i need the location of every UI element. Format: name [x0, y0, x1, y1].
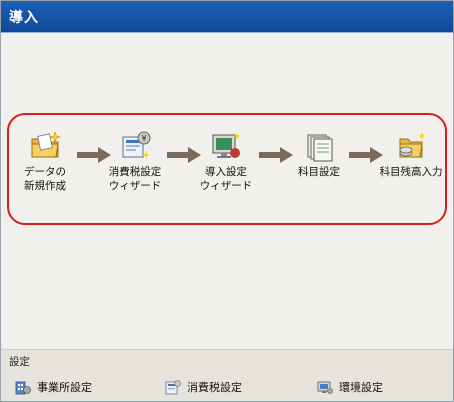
balance-input-icon	[399, 132, 426, 158]
environment-settings-link[interactable]: 環境設定	[317, 378, 383, 396]
step-setup-wizard[interactable]: 導入設定 ウィザード	[184, 129, 268, 193]
window: 導入 データの 新規作成 ¥ 消費税設定 ウィザード 導入設定 ウィザード 科目…	[0, 0, 454, 402]
office-settings-link[interactable]: 事業所設定	[15, 378, 92, 396]
main-panel: データの 新規作成 ¥ 消費税設定 ウィザード 導入設定 ウィザード 科目設定 …	[1, 33, 453, 349]
office-settings-label: 事業所設定	[37, 381, 92, 394]
svg-text:¥: ¥	[141, 134, 146, 143]
step-tax-wizard[interactable]: ¥ 消費税設定 ウィザード	[93, 129, 177, 193]
step-new-data[interactable]: データの 新規作成	[3, 129, 87, 193]
step-label: 科目残高入力	[379, 166, 443, 178]
window-title: 導入	[9, 10, 39, 26]
tax-settings-icon	[165, 380, 181, 395]
setup-flow-highlight: データの 新規作成 ¥ 消費税設定 ウィザード 導入設定 ウィザード 科目設定 …	[7, 113, 447, 225]
tax-wizard-icon: ¥	[122, 131, 151, 159]
tax-settings-label: 消費税設定	[187, 381, 242, 394]
office-settings-icon	[15, 381, 31, 395]
step-label: 消費税設定 ウィザード	[108, 166, 162, 192]
title-bar: 導入	[1, 1, 453, 33]
new-data-folder-icon	[31, 131, 61, 158]
settings-section-label: 設定	[9, 356, 30, 368]
environment-settings-icon	[317, 381, 333, 394]
step-label: 科目設定	[298, 166, 340, 178]
tax-settings-link[interactable]: 消費税設定	[165, 378, 242, 396]
account-cards-icon	[307, 134, 333, 162]
environment-settings-label: 環境設定	[339, 381, 383, 394]
step-balance-input[interactable]: 科目残高入力	[369, 129, 453, 179]
step-label: 導入設定 ウィザード	[199, 166, 253, 192]
setup-wizard-icon	[212, 132, 241, 158]
step-label: データの 新規作成	[24, 166, 66, 192]
settings-panel: 設定 事業所設定 消費税設定 環境設定	[1, 349, 453, 401]
